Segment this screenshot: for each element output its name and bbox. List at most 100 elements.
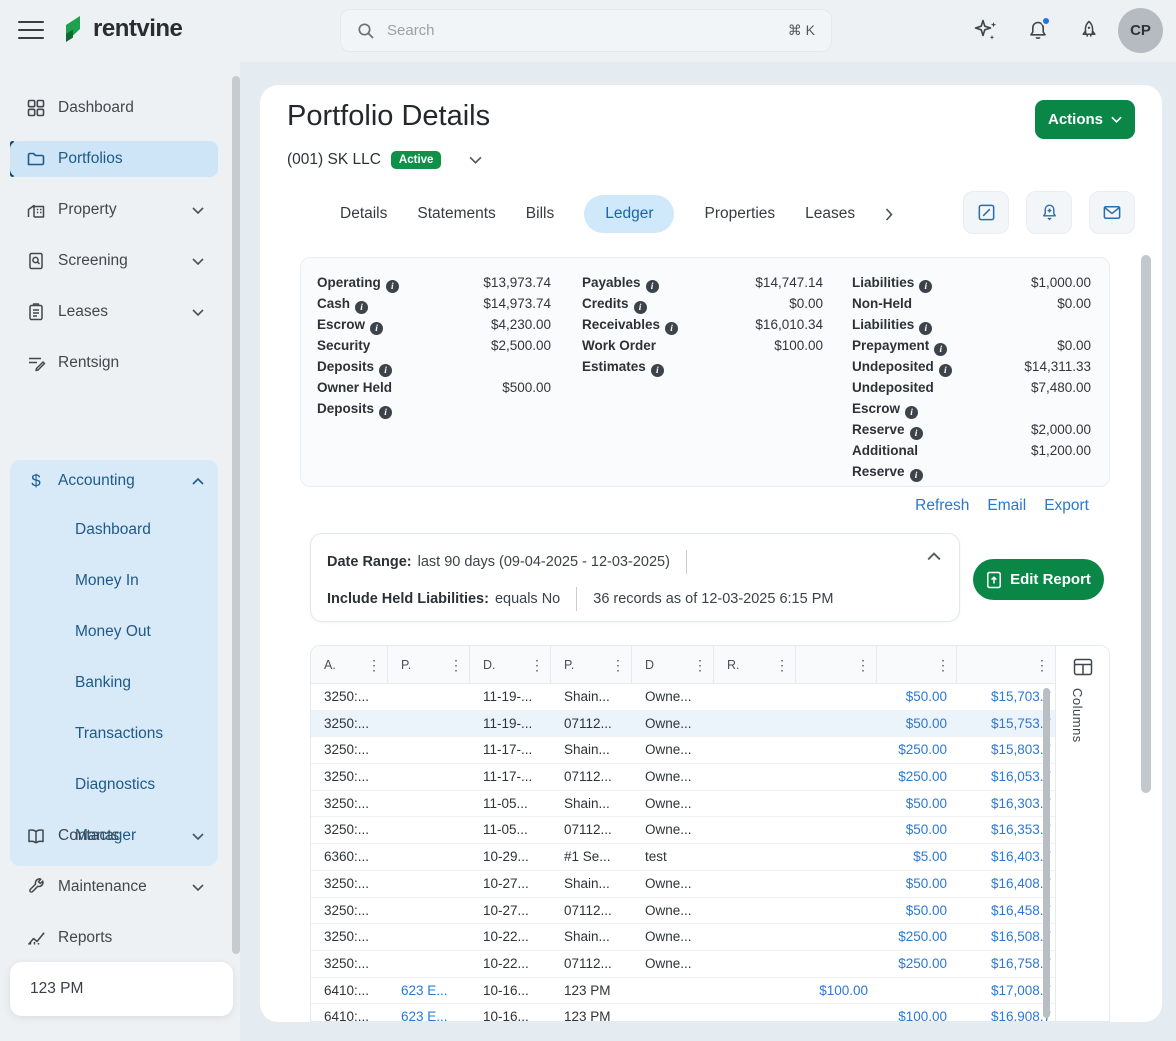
tab-details[interactable]: Details — [340, 205, 387, 223]
email-button[interactable] — [1089, 191, 1135, 234]
column-menu-icon[interactable] — [611, 658, 625, 672]
table-row[interactable]: 3250:... 10-22... 07112... Owne... $250.… — [311, 951, 1109, 978]
subscribe-alerts-button[interactable] — [1026, 191, 1072, 234]
brand-logo[interactable]: rentvine — [60, 13, 182, 45]
info-icon[interactable] — [386, 280, 399, 293]
cell-property[interactable] — [388, 711, 470, 737]
sidebar-item-leases[interactable]: Leases — [10, 294, 218, 330]
column-menu-icon[interactable] — [775, 658, 789, 672]
table-row[interactable]: 3250:... 11-17-... 07112... Owne... $250… — [311, 764, 1109, 791]
info-icon[interactable] — [379, 364, 392, 377]
sidebar-item-contacts[interactable]: Contacts — [10, 818, 218, 854]
accounting-submenu-item[interactable]: Money Out — [10, 614, 218, 650]
whats-new-rocket-icon[interactable] — [1076, 18, 1102, 44]
sidebar-footer-card[interactable]: 123 PM — [10, 962, 233, 1016]
chevron-down-icon[interactable] — [469, 156, 482, 164]
table-row[interactable]: 3250:... 10-27... 07112... Owne... $50.0… — [311, 898, 1109, 925]
cell-property[interactable] — [388, 684, 470, 710]
tab-properties[interactable]: Properties — [704, 205, 775, 223]
cell-property[interactable]: 623 E... — [388, 1004, 470, 1022]
column-header[interactable]: D — [632, 646, 714, 683]
column-header[interactable] — [796, 646, 877, 683]
portfolio-selector[interactable]: (001) SK LLC Active — [287, 151, 482, 169]
refresh-link[interactable]: Refresh — [915, 497, 969, 515]
sidebar-item-reports[interactable]: Reports — [10, 920, 218, 956]
info-icon[interactable] — [910, 427, 923, 440]
cell-property[interactable] — [388, 871, 470, 897]
avatar[interactable]: CP — [1118, 8, 1163, 53]
cell-property[interactable] — [388, 844, 470, 870]
cell-property[interactable] — [388, 817, 470, 843]
info-icon[interactable] — [939, 364, 952, 377]
column-header[interactable] — [957, 646, 1055, 683]
sidebar-item-dashboard[interactable]: Dashboard — [10, 90, 218, 126]
cell-property[interactable] — [388, 764, 470, 790]
table-row[interactable]: 3250:... 11-19-... Shain... Owne... $50.… — [311, 684, 1109, 711]
cell-property[interactable] — [388, 791, 470, 817]
column-menu-icon[interactable] — [856, 658, 870, 672]
report-filter-bar[interactable]: Date Range: last 90 days (09-04-2025 - 1… — [310, 533, 960, 622]
menu-icon[interactable] — [18, 21, 44, 41]
info-icon[interactable] — [355, 301, 368, 314]
tab-ledger[interactable]: Ledger — [584, 195, 674, 233]
notifications-bell-icon[interactable] — [1025, 18, 1051, 44]
sidebar-item-accounting[interactable]: Accounting — [10, 462, 218, 500]
accounting-submenu-item[interactable]: Diagnostics — [10, 767, 218, 803]
info-icon[interactable] — [919, 280, 932, 293]
cell-property[interactable] — [388, 737, 470, 763]
collapse-filters-chevron-icon[interactable] — [927, 552, 941, 561]
ai-sparkles-icon[interactable] — [973, 18, 999, 44]
email-link[interactable]: Email — [987, 497, 1026, 515]
sidebar-item-portfolios[interactable]: Portfolios — [10, 141, 218, 177]
column-menu-icon[interactable] — [367, 658, 381, 672]
cell-property[interactable] — [388, 924, 470, 950]
info-icon[interactable] — [379, 406, 392, 419]
table-row[interactable]: 3250:... 11-19-... 07112... Owne... $50.… — [311, 711, 1109, 738]
info-icon[interactable] — [910, 469, 923, 482]
tab-leases[interactable]: Leases — [805, 205, 855, 223]
table-scrollbar[interactable] — [1043, 688, 1050, 1018]
column-header[interactable]: D. — [470, 646, 551, 683]
table-row[interactable]: 3250:... 10-27... Shain... Owne... $50.0… — [311, 871, 1109, 898]
accounting-submenu-item[interactable]: Dashboard — [10, 512, 218, 548]
export-link[interactable]: Export — [1044, 497, 1089, 515]
sidebar-scrollbar[interactable] — [232, 76, 240, 954]
info-icon[interactable] — [646, 280, 659, 293]
column-menu-icon[interactable] — [449, 658, 463, 672]
column-header[interactable]: A. — [311, 646, 388, 683]
table-row[interactable]: 3250:... 10-22... Shain... Owne... $250.… — [311, 924, 1109, 951]
info-icon[interactable] — [370, 322, 383, 335]
info-icon[interactable] — [651, 364, 664, 377]
cell-property[interactable] — [388, 951, 470, 977]
tabs-overflow-chevron-icon[interactable] — [885, 208, 893, 221]
accounting-submenu-item[interactable]: Transactions — [10, 716, 218, 752]
column-menu-icon[interactable] — [936, 658, 950, 672]
sidebar-item-property[interactable]: Property — [10, 192, 218, 228]
tab-bills[interactable]: Bills — [526, 205, 554, 223]
table-row[interactable]: 3250:... 11-05... 07112... Owne... $50.0… — [311, 817, 1109, 844]
info-icon[interactable] — [905, 406, 918, 419]
sidebar-item-maintenance[interactable]: Maintenance — [10, 869, 218, 905]
actions-button[interactable]: Actions — [1035, 100, 1135, 139]
info-icon[interactable] — [934, 343, 947, 356]
table-row[interactable]: 6360:... 10-29... #1 Se... test $5.00 $1… — [311, 844, 1109, 871]
column-header[interactable]: P. — [388, 646, 470, 683]
table-row[interactable]: 3250:... 11-17-... Shain... Owne... $250… — [311, 737, 1109, 764]
info-icon[interactable] — [919, 322, 932, 335]
cell-property[interactable] — [388, 898, 470, 924]
search-input[interactable] — [387, 22, 788, 39]
info-icon[interactable] — [634, 301, 647, 314]
accounting-submenu-item[interactable]: Banking — [10, 665, 218, 701]
global-search[interactable]: ⌘ K — [340, 9, 832, 52]
column-menu-icon[interactable] — [1035, 658, 1049, 672]
column-header[interactable] — [877, 646, 957, 683]
accounting-submenu-item[interactable]: Money In — [10, 563, 218, 599]
sidebar-item-screening[interactable]: Screening — [10, 243, 218, 279]
column-header[interactable]: P. — [551, 646, 632, 683]
table-row[interactable]: 6410:... 623 E... 10-16... 123 PM $100.0… — [311, 978, 1109, 1005]
tab-statements[interactable]: Statements — [417, 205, 495, 223]
column-menu-icon[interactable] — [530, 658, 544, 672]
table-row[interactable]: 6410:... 623 E... 10-16... 123 PM $100.0… — [311, 1004, 1109, 1022]
note-button[interactable] — [963, 191, 1009, 234]
column-menu-icon[interactable] — [693, 658, 707, 672]
